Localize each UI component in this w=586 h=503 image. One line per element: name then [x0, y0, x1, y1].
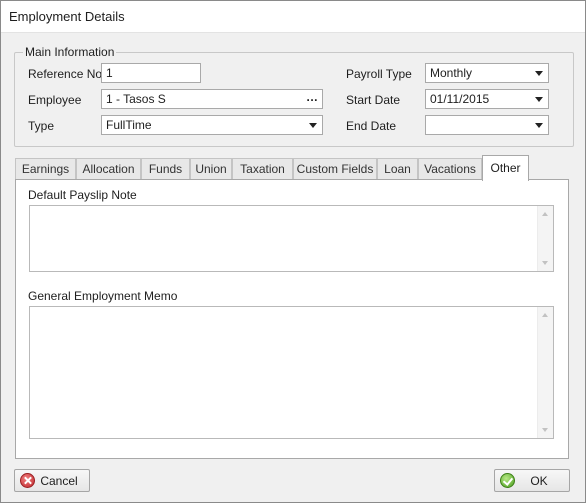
employee-value: 1 - Tasos S [106, 92, 166, 106]
payroll-type-value: Monthly [430, 66, 473, 80]
tab-union[interactable]: Union [190, 158, 232, 180]
cancel-button-label: Cancel [40, 473, 78, 488]
tab-funds[interactable]: Funds [141, 158, 190, 180]
title-bar: Employment Details [1, 1, 585, 33]
ok-button[interactable]: OK [494, 469, 570, 492]
tab-vacations[interactable]: Vacations [418, 158, 482, 180]
scroll-up-icon[interactable] [542, 212, 548, 216]
payslip-note-textarea[interactable] [29, 205, 554, 272]
tab-loan[interactable]: Loan [377, 158, 418, 180]
tab-other[interactable]: Other [482, 155, 529, 181]
type-value: FullTime [106, 118, 152, 132]
start-date-label: Start Date [346, 93, 401, 107]
reference-no-input[interactable]: 1 [101, 63, 201, 83]
payroll-type-label: Payroll Type [346, 67, 412, 81]
type-select[interactable]: FullTime [101, 115, 323, 135]
main-information-legend: Main Information [25, 45, 115, 59]
chevron-down-icon[interactable] [535, 71, 543, 76]
employment-memo-label: General Employment Memo [28, 289, 178, 303]
window-title: Employment Details [9, 9, 125, 24]
employment-memo-scrollbar[interactable] [537, 307, 553, 438]
chevron-down-icon[interactable] [309, 123, 317, 128]
employee-lookup-field[interactable]: 1 - Tasos S ... [101, 89, 323, 109]
scroll-up-icon[interactable] [542, 313, 548, 317]
payslip-note-label: Default Payslip Note [28, 188, 137, 202]
end-date-label: End Date [346, 119, 397, 133]
tab-earnings[interactable]: Earnings [15, 158, 76, 180]
tab-strip: Earnings Allocation Funds Union Taxation… [15, 155, 575, 181]
type-label: Type [28, 119, 55, 133]
tab-panel-other: Default Payslip Note General Employment … [15, 179, 569, 459]
ellipsis-icon[interactable]: ... [306, 90, 318, 104]
chevron-down-icon[interactable] [535, 123, 543, 128]
tab-custom-fields[interactable]: Custom Fields [293, 158, 377, 180]
scroll-down-icon[interactable] [542, 261, 548, 265]
start-date-value: 01/11/2015 [430, 92, 490, 106]
scroll-down-icon[interactable] [542, 428, 548, 432]
ok-button-label: OK [530, 473, 548, 488]
employment-memo-textarea[interactable] [29, 306, 554, 439]
chevron-down-icon[interactable] [535, 97, 543, 102]
employment-details-dialog: Employment Details Main Information Refe… [0, 0, 586, 503]
payroll-type-select[interactable]: Monthly [425, 63, 549, 83]
reference-no-label: Reference No [28, 67, 103, 81]
start-date-picker[interactable]: 01/11/2015 [425, 89, 549, 109]
tab-allocation[interactable]: Allocation [76, 158, 141, 180]
cancel-button[interactable]: Cancel [14, 469, 90, 492]
end-date-picker[interactable] [425, 115, 549, 135]
payslip-note-scrollbar[interactable] [537, 206, 553, 271]
tab-taxation[interactable]: Taxation [232, 158, 293, 180]
employee-label: Employee [28, 93, 82, 107]
